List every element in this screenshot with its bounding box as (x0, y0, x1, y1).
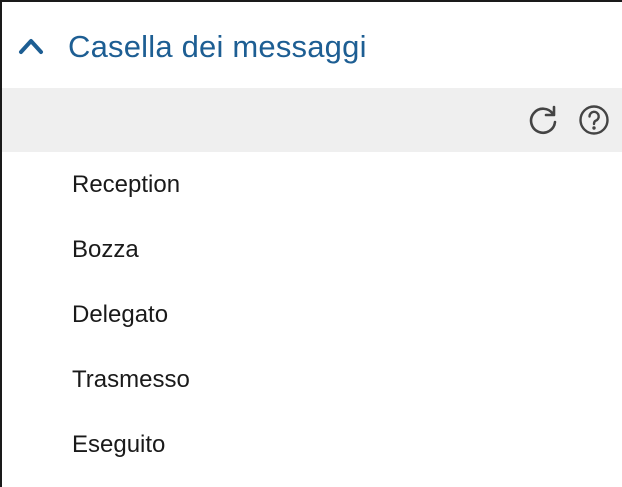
list-item-label: Bozza (72, 236, 139, 263)
help-icon[interactable] (577, 103, 611, 137)
list-item-label: Delegato (72, 301, 169, 328)
list-item-bozza[interactable]: Bozza (2, 217, 622, 282)
message-box-panel: Casella dei messaggi Reception Bozza Del… (0, 0, 622, 487)
panel-toolbar (2, 88, 622, 152)
list-item-delegato[interactable]: Delegato (2, 282, 622, 347)
list-item-label: Eseguito (72, 431, 166, 458)
panel-header[interactable]: Casella dei messaggi (2, 2, 622, 88)
refresh-icon[interactable] (526, 103, 560, 137)
list-item-label: Reception (72, 171, 181, 198)
message-folder-list: Reception Bozza Delegato Trasmesso Esegu… (2, 152, 622, 477)
list-item-label: Trasmesso (72, 366, 190, 393)
list-item-reception[interactable]: Reception (2, 152, 622, 217)
panel-title: Casella dei messaggi (68, 29, 367, 64)
list-item-eseguito[interactable]: Eseguito (2, 412, 622, 477)
chevron-up-icon[interactable] (18, 36, 44, 56)
list-item-trasmesso[interactable]: Trasmesso (2, 347, 622, 412)
